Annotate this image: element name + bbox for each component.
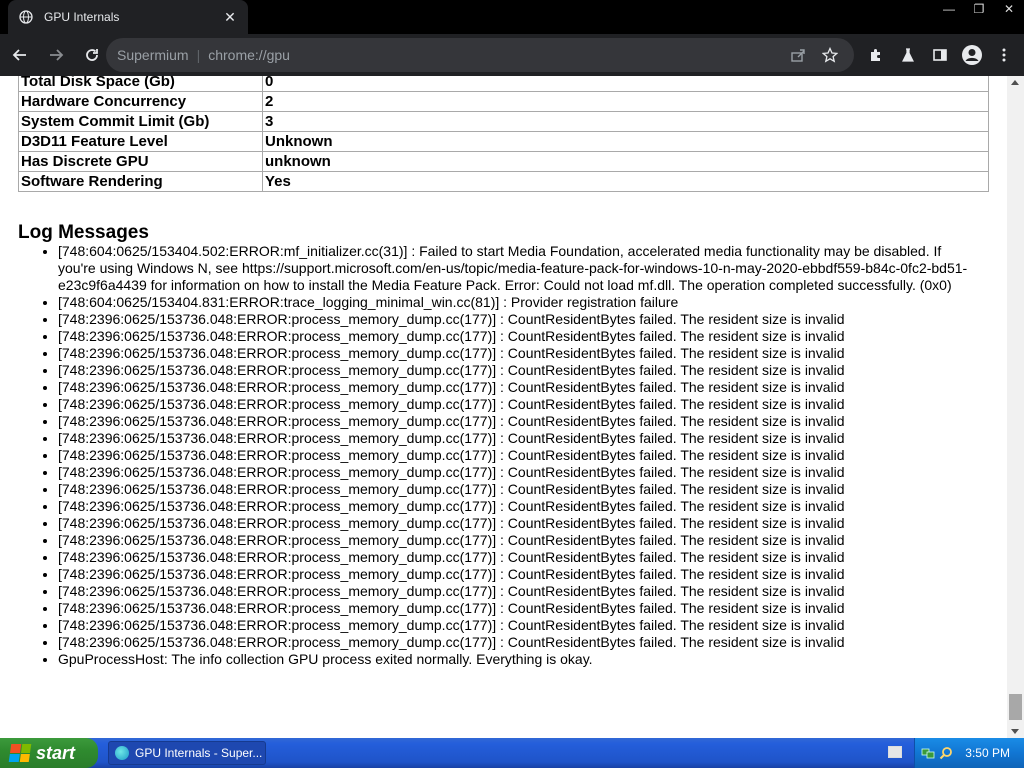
- info-key: System Commit Limit (Gb): [18, 111, 263, 132]
- search-tray-icon[interactable]: [939, 746, 953, 760]
- log-message: [748:2396:0625/153736.048:ERROR:process_…: [58, 396, 970, 413]
- keyboard-icon[interactable]: [888, 746, 902, 758]
- info-row: Has Discrete GPU unknown: [18, 151, 989, 172]
- info-key: Hardware Concurrency: [18, 91, 263, 112]
- log-message: [748:2396:0625/153736.048:ERROR:process_…: [58, 464, 970, 481]
- windows-taskbar: start GPU Internals - Super... 3:50 PM: [0, 738, 1024, 768]
- log-message: [748:2396:0625/153736.048:ERROR:process_…: [58, 328, 970, 345]
- menu-kebab-icon[interactable]: [988, 39, 1020, 71]
- info-value: 0: [262, 76, 989, 92]
- minimize-button[interactable]: —: [934, 0, 964, 18]
- log-message: [748:2396:0625/153736.048:ERROR:process_…: [58, 617, 970, 634]
- windows-flag-icon: [8, 744, 32, 762]
- log-message: [748:2396:0625/153736.048:ERROR:process_…: [58, 549, 970, 566]
- log-message: [748:2396:0625/153736.048:ERROR:process_…: [58, 481, 970, 498]
- log-message: [748:2396:0625/153736.048:ERROR:process_…: [58, 498, 970, 515]
- side-panel-icon[interactable]: [924, 39, 956, 71]
- browser-toolbar: Supermium | chrome://gpu: [0, 34, 1024, 76]
- info-key: Has Discrete GPU: [18, 151, 263, 172]
- restore-button[interactable]: ❐: [964, 0, 994, 18]
- network-icon[interactable]: [921, 746, 935, 760]
- log-message: [748:2396:0625/153736.048:ERROR:process_…: [58, 447, 970, 464]
- log-message: [748:2396:0625/153736.048:ERROR:process_…: [58, 362, 970, 379]
- scroll-up-arrow-icon[interactable]: [1011, 80, 1019, 85]
- forward-button[interactable]: [40, 39, 72, 71]
- start-button[interactable]: start: [0, 738, 98, 768]
- tab-strip: GPU Internals ✕ — ❐ ✕: [0, 0, 1024, 34]
- log-message: [748:2396:0625/153736.048:ERROR:process_…: [58, 634, 970, 651]
- info-value: unknown: [262, 151, 989, 172]
- start-label: start: [36, 742, 76, 763]
- info-value: Yes: [262, 171, 989, 192]
- arrow-left-icon: [12, 49, 26, 61]
- log-message: [748:2396:0625/153736.048:ERROR:process_…: [58, 566, 970, 583]
- log-message: GpuProcessHost: The info collection GPU …: [58, 651, 970, 668]
- system-tray: 3:50 PM: [914, 738, 1024, 768]
- share-icon[interactable]: [782, 47, 814, 63]
- browser-app-icon: [115, 746, 129, 760]
- log-messages-heading: Log Messages: [18, 222, 149, 243]
- lab-flask-icon[interactable]: [892, 39, 924, 71]
- info-key: Software Rendering: [18, 171, 263, 192]
- info-row: Software Rendering Yes: [18, 171, 989, 192]
- info-value: 2: [262, 91, 989, 112]
- back-button[interactable]: [4, 39, 36, 71]
- tab-close-icon[interactable]: ✕: [222, 9, 238, 25]
- log-message: [748:2396:0625/153736.048:ERROR:process_…: [58, 345, 970, 362]
- info-key: D3D11 Feature Level: [18, 131, 263, 152]
- log-message: [748:2396:0625/153736.048:ERROR:process_…: [58, 311, 970, 328]
- gpu-info-table: Total Disk Space (Gb) 0 Hardware Concurren…: [18, 76, 989, 192]
- info-row: System Commit Limit (Gb) 3: [18, 111, 989, 132]
- page-content: Total Disk Space (Gb) 0 Hardware Concurren…: [0, 76, 1024, 738]
- scrollbar-thumb[interactable]: [1009, 694, 1022, 720]
- reload-button[interactable]: [76, 39, 108, 71]
- info-value: 3: [262, 111, 989, 132]
- scroll-down-arrow-icon[interactable]: [1011, 729, 1019, 734]
- close-window-button[interactable]: ✕: [994, 0, 1024, 18]
- log-message: [748:2396:0625/153736.048:ERROR:process_…: [58, 583, 970, 600]
- taskbar-item-gpu-internals[interactable]: GPU Internals - Super...: [108, 741, 266, 765]
- info-row: D3D11 Feature Level Unknown: [18, 131, 989, 152]
- log-message: [748:604:0625/153404.831:ERROR:trace_log…: [58, 294, 970, 311]
- vertical-scrollbar[interactable]: [1007, 76, 1024, 738]
- info-value: Unknown: [262, 131, 989, 152]
- url-separator: |: [196, 47, 201, 63]
- extensions-icon[interactable]: [860, 39, 892, 71]
- url-text[interactable]: chrome://gpu: [208, 47, 290, 63]
- info-row: Hardware Concurrency 2: [18, 91, 989, 112]
- tab-title: GPU Internals: [44, 10, 120, 24]
- info-key: Total Disk Space (Gb): [18, 76, 263, 92]
- log-message: [748:2396:0625/153736.048:ERROR:process_…: [58, 413, 970, 430]
- log-message: [748:2396:0625/153736.048:ERROR:process_…: [58, 600, 970, 617]
- log-message: [748:2396:0625/153736.048:ERROR:process_…: [58, 379, 970, 396]
- taskbar-item-label: GPU Internals - Super...: [135, 746, 263, 760]
- log-message-list: [748:604:0625/153404.502:ERROR:mf_initia…: [40, 243, 970, 668]
- reload-icon: [86, 49, 98, 61]
- bookmark-star-icon[interactable]: [814, 47, 846, 63]
- log-message: [748:604:0625/153404.502:ERROR:mf_initia…: [58, 243, 970, 294]
- window-controls: — ❐ ✕: [934, 0, 1024, 18]
- log-message: [748:2396:0625/153736.048:ERROR:process_…: [58, 515, 970, 532]
- info-row: Total Disk Space (Gb) 0: [18, 76, 989, 92]
- address-bar[interactable]: Supermium | chrome://gpu: [106, 38, 854, 72]
- clock: 3:50 PM: [965, 746, 1010, 760]
- profile-avatar-icon[interactable]: [956, 39, 988, 71]
- arrow-right-icon: [50, 49, 64, 61]
- globe-icon: [18, 9, 34, 25]
- log-message: [748:2396:0625/153736.048:ERROR:process_…: [58, 532, 970, 549]
- tab-gpu-internals[interactable]: GPU Internals ✕: [8, 0, 248, 34]
- log-message: [748:2396:0625/153736.048:ERROR:process_…: [58, 430, 970, 447]
- site-name: Supermium: [117, 47, 189, 63]
